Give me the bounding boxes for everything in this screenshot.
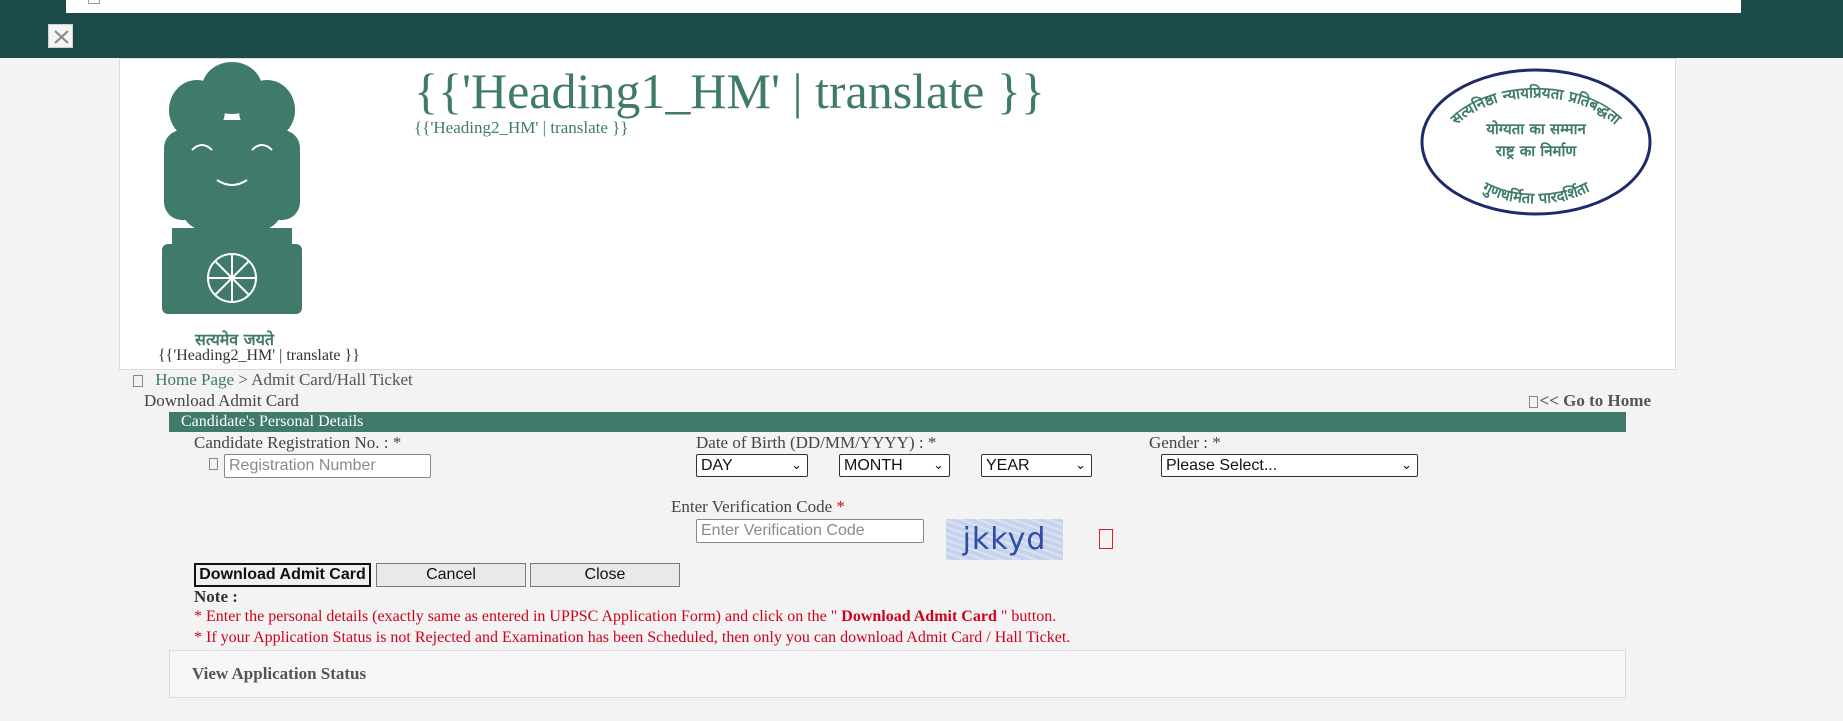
chevron-down-icon: ⌄	[791, 457, 802, 472]
page-subtitle: Download Admit Card	[144, 391, 299, 410]
section-title: Candidate's Personal Details	[169, 412, 1626, 432]
note-line-1-post: " button.	[996, 608, 1057, 625]
page-heading: {{'Heading1_HM' | translate }}	[414, 63, 1045, 119]
dob-label: Date of Birth (DD/MM/YYYY) : *	[696, 433, 937, 452]
required-marker: *	[836, 497, 845, 516]
home-icon	[133, 375, 143, 388]
go-to-home-link[interactable]: << Go to Home	[1528, 391, 1651, 411]
top-white-strip	[66, 0, 1741, 13]
gender-select[interactable]: Please Select... ⌄	[1161, 454, 1418, 477]
note-line-1-bold: Download Admit Card	[841, 608, 997, 625]
seal-text-mid1: योग्यता का सम्मान	[1485, 120, 1586, 138]
placeholder-icon	[88, 0, 100, 4]
view-application-status-label: View Application Status	[192, 664, 367, 683]
note-line-2: * If your Application Status is not Reje…	[194, 629, 1071, 646]
breadcrumb-separator: >	[234, 370, 252, 389]
commission-seal-logo: सत्यनिष्ठा न्यायप्रियता प्रतिबद्धता योग्…	[1420, 68, 1652, 216]
refresh-captcha-icon[interactable]	[1099, 529, 1113, 549]
breadcrumb: Home Page > Admit Card/Hall Ticket	[133, 370, 413, 390]
user-icon	[209, 458, 218, 470]
gender-value: Please Select...	[1166, 457, 1278, 474]
verification-label: Enter Verification Code *	[671, 497, 845, 517]
home-icon	[1528, 396, 1538, 409]
emblem-caption: {{'Heading2_HM' | translate }}	[158, 347, 360, 364]
captcha-image: jkkyd	[946, 519, 1063, 560]
chevron-down-icon: ⌄	[1401, 457, 1412, 472]
note-title: Note :	[194, 587, 238, 606]
dob-year-select[interactable]: YEAR ⌄	[981, 454, 1092, 477]
dob-year-value: YEAR	[986, 457, 1030, 474]
note-line-1-pre: * Enter the personal details (exactly sa…	[194, 608, 842, 625]
breadcrumb-current: Admit Card/Hall Ticket	[251, 370, 413, 389]
close-button[interactable]: Close	[530, 563, 680, 587]
go-home-label: << Go to Home	[1539, 391, 1651, 410]
note-line-1: * Enter the personal details (exactly sa…	[194, 608, 1056, 626]
chevron-down-icon: ⌄	[933, 457, 944, 472]
top-navbar	[0, 0, 1843, 58]
page-subheading: {{'Heading2_HM' | translate }}	[414, 118, 629, 137]
breadcrumb-home-link[interactable]: Home Page	[155, 370, 234, 389]
verification-code-input[interactable]	[696, 519, 924, 543]
verification-label-text: Enter Verification Code	[671, 497, 833, 516]
gender-label: Gender : *	[1149, 433, 1221, 452]
dob-month-value: MONTH	[844, 457, 903, 474]
cancel-button[interactable]: Cancel	[376, 563, 526, 587]
download-admit-card-button[interactable]: Download Admit Card	[194, 563, 371, 587]
national-emblem-logo	[162, 62, 302, 314]
dob-month-select[interactable]: MONTH ⌄	[839, 454, 950, 477]
chevron-down-icon: ⌄	[1075, 457, 1086, 472]
dob-day-value: DAY	[701, 457, 733, 474]
registration-number-input[interactable]	[224, 454, 431, 478]
dob-day-select[interactable]: DAY ⌄	[696, 454, 808, 477]
seal-text-mid2: राष्ट्र का निर्माण	[1495, 142, 1578, 160]
registration-label: Candidate Registration No. : *	[194, 433, 402, 452]
broken-image-icon[interactable]	[48, 24, 73, 48]
view-application-status-panel[interactable]: View Application Status	[169, 650, 1626, 698]
